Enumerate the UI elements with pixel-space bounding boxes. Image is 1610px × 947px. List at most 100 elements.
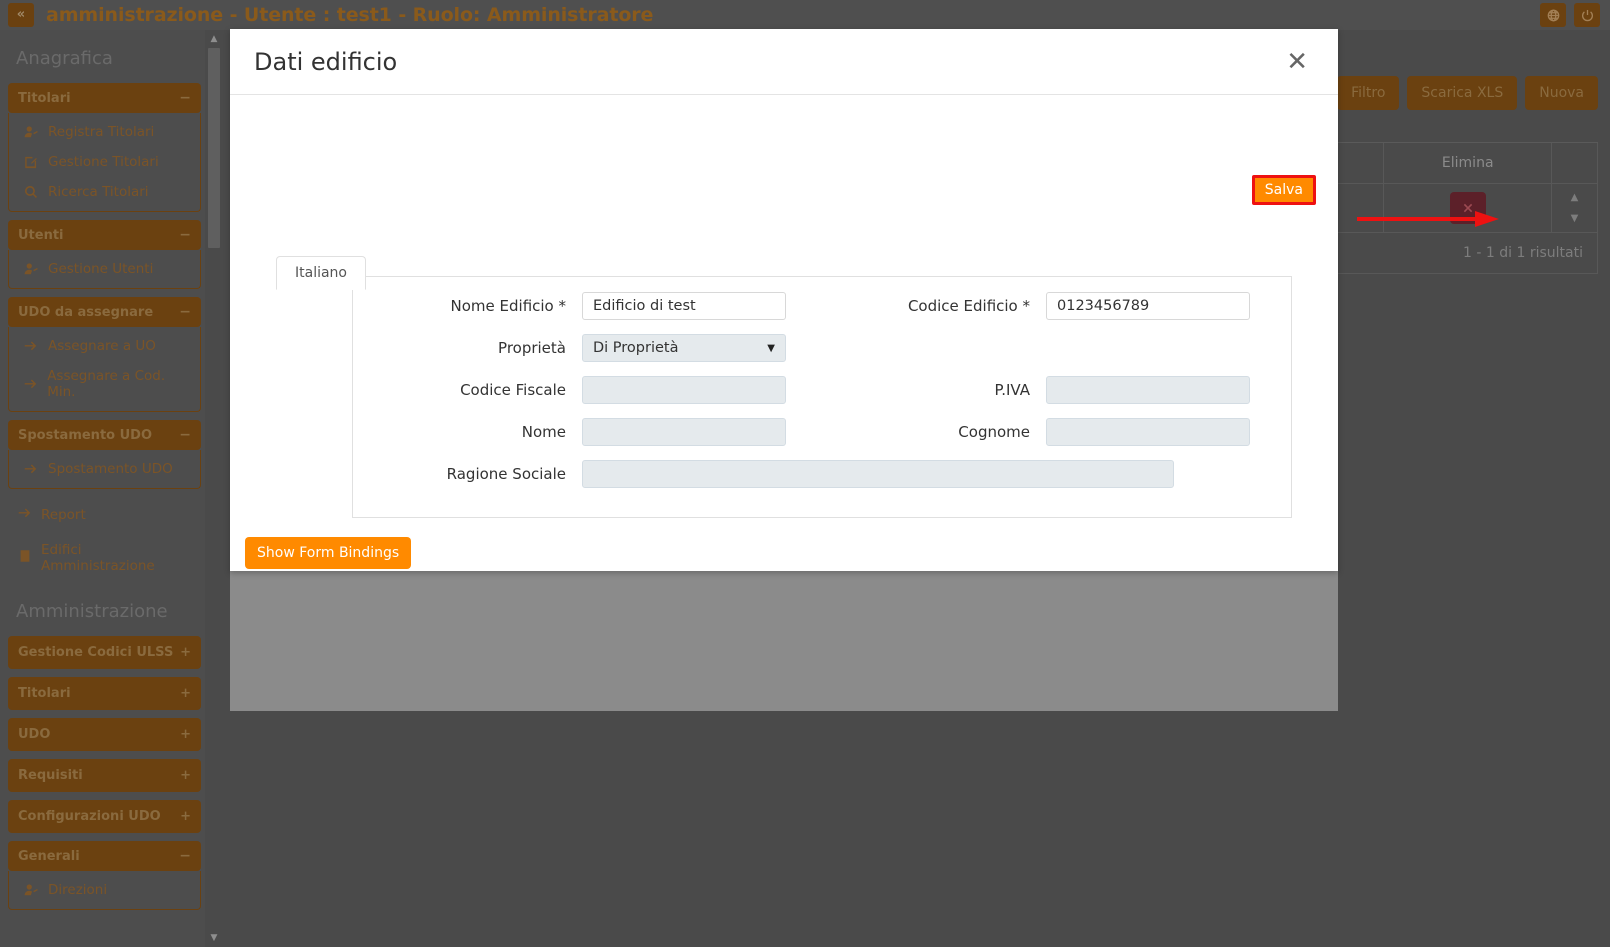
label-ragione-sociale: Ragione Sociale (362, 465, 582, 483)
field-nome: Nome (362, 418, 786, 446)
form-tabs: Italiano (276, 255, 366, 289)
form-row-ragione-sociale: Ragione Sociale (362, 460, 1264, 488)
sidebar-group-label: Titolari (18, 686, 71, 701)
row-sort-arrows[interactable]: ▲ ▼ (1558, 192, 1591, 224)
sidebar-group-titolari-admin[interactable]: Titolari + (8, 677, 201, 710)
minus-icon: − (179, 90, 191, 106)
user-add-icon (23, 125, 39, 139)
label-proprieta: Proprietà (362, 339, 582, 357)
arrow-right-icon (23, 462, 39, 476)
search-icon (23, 185, 39, 199)
building-icon (18, 549, 32, 567)
sidebar-group-udo[interactable]: UDO + (8, 718, 201, 751)
save-button[interactable]: Salva (1252, 175, 1316, 205)
scarica-xls-button[interactable]: Scarica XLS (1407, 76, 1517, 110)
arrow-right-icon (18, 506, 32, 524)
sidebar-group-label: Generali (18, 849, 80, 864)
sidebar-group-label: Gestione Codici ULSS (18, 645, 173, 660)
edit-icon (23, 155, 39, 169)
modal-header: Dati edificio ✕ (230, 29, 1338, 95)
plus-icon: + (180, 727, 191, 742)
sidebar-group-configurazioni-udo[interactable]: Configurazioni UDO + (8, 800, 201, 833)
logout-button[interactable] (1574, 3, 1600, 27)
sidebar-group-label: Configurazioni UDO (18, 809, 161, 824)
field-codice-fiscale: Codice Fiscale (362, 376, 786, 404)
filtro-button[interactable]: Filtro (1337, 76, 1399, 110)
field-codice-edificio: Codice Edificio * 0123456789 (786, 292, 1250, 320)
sidebar-item-assegnare-a-uo[interactable]: Assegnare a UO (9, 331, 200, 361)
page-title: amministrazione - Utente : test1 - Ruolo… (46, 4, 653, 26)
language-button[interactable] (1540, 3, 1566, 27)
sidebar-group-udo-da-assegnare: UDO da assegnare − Assegnare a UO Assegn… (8, 297, 201, 412)
column-header-elimina: Elimina (1384, 143, 1552, 184)
sidebar-item-assegnare-a-cod-min[interactable]: Assegnare a Cod. Min. (9, 361, 200, 407)
sidebar-item-registra-titolari[interactable]: Registra Titolari (9, 117, 200, 147)
tab-italiano[interactable]: Italiano (276, 256, 366, 290)
sidebar-group-spostamento-udo: Spostamento UDO − Spostamento UDO (8, 420, 201, 489)
sidebar-group-header-utenti[interactable]: Utenti − (8, 220, 201, 250)
input-codice-fiscale[interactable] (582, 376, 786, 404)
sidebar-group-titolari: Titolari − Registra Titolari Gestione Ti… (8, 83, 201, 212)
sort-up-arrow-icon[interactable]: ▲ (1571, 192, 1579, 203)
sidebar-item-label: Edifici Amministrazione (41, 542, 195, 574)
sidebar-group-header-generali[interactable]: Generali − (8, 841, 201, 871)
sidebar-group-body: Assegnare a UO Assegnare a Cod. Min. (8, 327, 201, 412)
sidebar-item-label: Gestione Titolari (48, 154, 159, 170)
sidebar-group-gestione-codici-ulss[interactable]: Gestione Codici ULSS + (8, 636, 201, 669)
modal-title: Dati edificio (254, 48, 397, 76)
sidebar-group-header-udo-da-assegnare[interactable]: UDO da assegnare − (8, 297, 201, 327)
sidebar-item-direzioni[interactable]: Direzioni (9, 875, 200, 905)
input-cognome[interactable] (1046, 418, 1250, 446)
plus-icon: + (180, 645, 191, 660)
sidebar-collapse-button[interactable]: « (8, 3, 34, 27)
sidebar-group-requisiti[interactable]: Requisiti + (8, 759, 201, 792)
sidebar-item-report[interactable]: Report (0, 497, 205, 533)
label-cognome: Cognome (786, 423, 1046, 441)
input-ragione-sociale[interactable] (582, 460, 1174, 488)
label-piva: P.IVA (786, 381, 1046, 399)
sort-down-arrow-icon[interactable]: ▼ (1571, 213, 1579, 224)
minus-icon: − (179, 227, 191, 243)
sidebar-scrollbar[interactable]: ▲ ▼ (205, 30, 223, 947)
sidebar-group-header-spostamento-udo[interactable]: Spostamento UDO − (8, 420, 201, 450)
input-piva[interactable] (1046, 376, 1250, 404)
sidebar-item-spostamento-udo[interactable]: Spostamento UDO (9, 454, 200, 484)
close-icon[interactable]: ✕ (1280, 45, 1314, 79)
form-grid: Nome Edificio * Edificio di test Codice … (352, 276, 1292, 518)
sidebar-group-body: Gestione Utenti (8, 250, 201, 289)
globe-icon (1547, 9, 1560, 22)
content-toolbar: Filtro Scarica XLS Nuova (1337, 76, 1598, 110)
sidebar-section-amministrazione: Amministrazione (0, 583, 205, 636)
input-nome-edificio[interactable]: Edificio di test (582, 292, 786, 320)
field-proprieta: Proprietà Di Proprietà ▼ (362, 334, 786, 362)
sidebar-item-gestione-titolari[interactable]: Gestione Titolari (9, 147, 200, 177)
label-nome-edificio: Nome Edificio * (362, 297, 582, 315)
cell-row-spinner: ▲ ▼ (1552, 184, 1598, 233)
delete-row-button[interactable] (1450, 192, 1486, 224)
show-form-bindings-button[interactable]: Show Form Bindings (245, 537, 411, 569)
sidebar-item-ricerca-titolari[interactable]: Ricerca Titolari (9, 177, 200, 207)
form-row-nome-codice: Nome Edificio * Edificio di test Codice … (362, 292, 1264, 320)
scroll-up-arrow-icon[interactable]: ▲ (205, 32, 223, 46)
sidebar-group-utenti: Utenti − Gestione Utenti (8, 220, 201, 289)
sidebar: Anagrafica Titolari − Registra Titolari (0, 30, 205, 947)
modal-body: Salva Italiano Nome Edificio * Edificio … (230, 95, 1338, 571)
sidebar-group-body: Direzioni (8, 871, 201, 910)
sidebar-group-label: UDO da assegnare (18, 305, 153, 320)
sidebar-group-header-titolari[interactable]: Titolari − (8, 83, 201, 113)
select-proprieta[interactable]: Di Proprietà ▼ (582, 334, 786, 362)
input-codice-edificio[interactable]: 0123456789 (1046, 292, 1250, 320)
sidebar-item-edifici-amministrazione[interactable]: Edifici Amministrazione (0, 533, 205, 583)
sidebar-item-label: Direzioni (48, 882, 107, 898)
sidebar-item-gestione-utenti[interactable]: Gestione Utenti (9, 254, 200, 284)
plus-icon: + (180, 809, 191, 824)
scroll-down-arrow-icon[interactable]: ▼ (205, 931, 223, 945)
sidebar-item-label: Report (41, 507, 86, 523)
input-nome[interactable] (582, 418, 786, 446)
sidebar-scrollbar-thumb[interactable] (208, 48, 220, 248)
sidebar-group-label: Requisiti (18, 768, 83, 783)
nuova-button[interactable]: Nuova (1525, 76, 1598, 110)
cell-elimina (1384, 184, 1552, 233)
field-nome-edificio: Nome Edificio * Edificio di test (362, 292, 786, 320)
form-row-cf-piva: Codice Fiscale P.IVA (362, 376, 1264, 404)
